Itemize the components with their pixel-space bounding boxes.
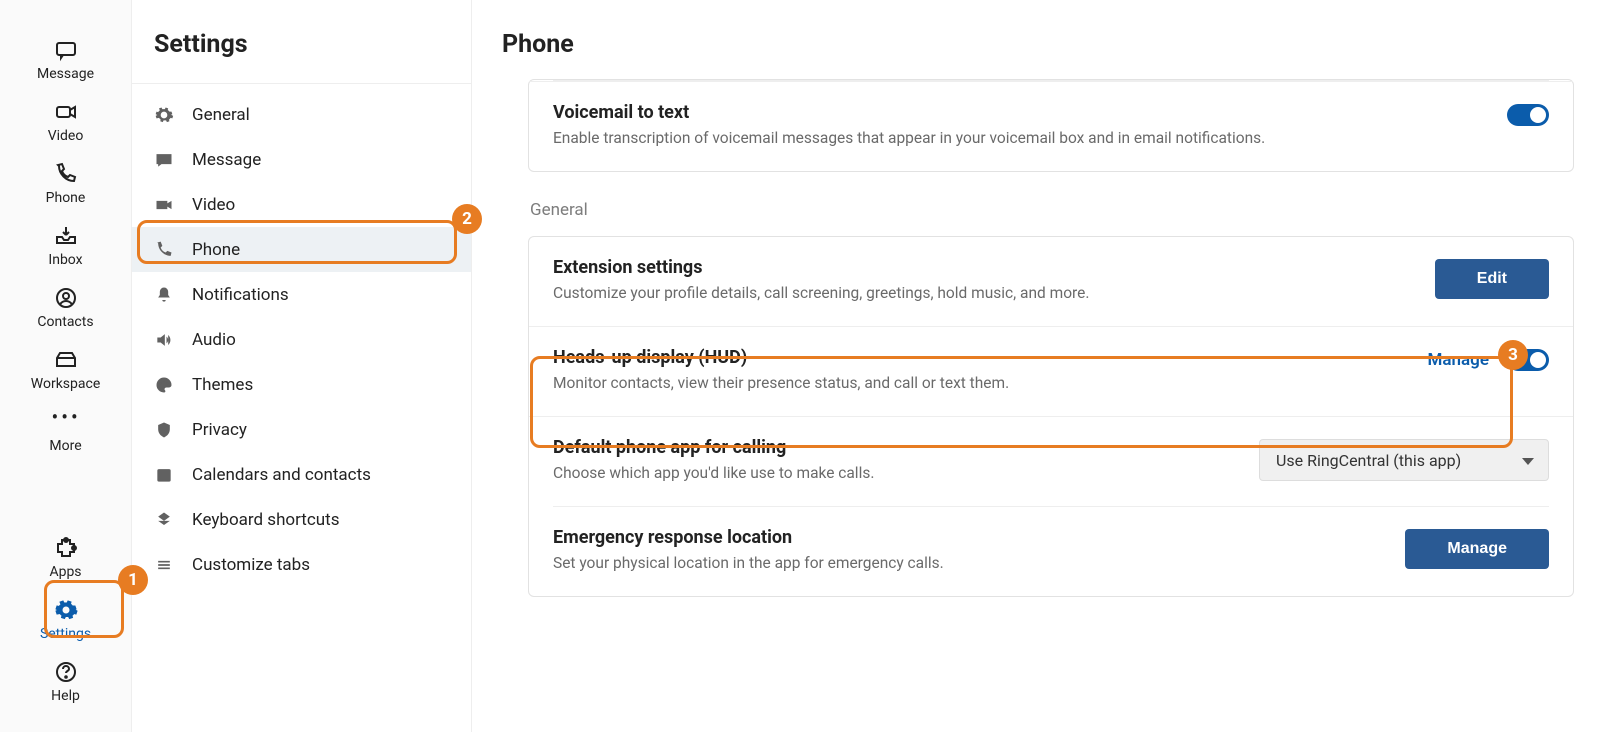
audio-icon xyxy=(154,330,174,350)
card-general: Extension settings Customize your profil… xyxy=(528,236,1574,597)
setting-desc: Choose which app you'd like use to make … xyxy=(553,464,874,482)
sidebar-item-label: Message xyxy=(192,150,261,170)
sidebar-item-calendars[interactable]: Calendars and contacts xyxy=(132,452,471,497)
page-title: Phone xyxy=(502,30,1570,59)
setting-desc: Customize your profile details, call scr… xyxy=(553,284,1089,302)
sidebar-item-label: Themes xyxy=(192,375,253,395)
sidebar-item-label: Keyboard shortcuts xyxy=(192,510,339,530)
rail-label: Inbox xyxy=(48,252,82,268)
palette-icon xyxy=(154,375,174,395)
sidebar-item-label: General xyxy=(192,105,250,125)
setting-title: Emergency response location xyxy=(553,527,944,548)
sidebar-item-label: Calendars and contacts xyxy=(192,465,371,485)
setting-title: Heads-up display (HUD) xyxy=(553,347,1009,368)
sidebar-item-notifications[interactable]: Notifications xyxy=(132,272,471,317)
message-icon xyxy=(154,150,174,170)
bell-icon xyxy=(154,285,174,305)
hud-row: Heads-up display (HUD) Monitor contacts,… xyxy=(529,326,1573,416)
main-panel: Phone Voicemail to text Enable transcrip… xyxy=(472,0,1600,732)
message-icon xyxy=(52,38,80,62)
select-value: Use RingCentral (this app) xyxy=(1276,451,1461,470)
sidebar-item-themes[interactable]: Themes xyxy=(132,362,471,407)
hud-toggle[interactable] xyxy=(1507,349,1549,371)
video-icon xyxy=(52,100,80,124)
sidebar-item-label: Customize tabs xyxy=(192,555,310,575)
contacts-icon xyxy=(52,286,80,310)
setting-desc: Monitor contacts, view their presence st… xyxy=(553,374,1009,392)
sidebar-item-label: Privacy xyxy=(192,420,247,440)
sidebar-item-customize-tabs[interactable]: Customize tabs xyxy=(132,542,471,587)
rail-label: More xyxy=(49,438,81,454)
calendar-icon xyxy=(154,465,174,485)
sidebar-title: Settings xyxy=(154,30,449,59)
phone-icon xyxy=(154,240,174,260)
help-icon xyxy=(52,660,80,684)
inbox-icon xyxy=(52,224,80,248)
rail-item-more[interactable]: ••• More xyxy=(20,410,112,454)
rail-label: Contacts xyxy=(37,314,93,330)
setting-title: Extension settings xyxy=(553,257,1089,278)
rail-item-video[interactable]: Video xyxy=(20,100,112,144)
keyboard-icon xyxy=(154,510,174,530)
rail-item-apps[interactable]: Apps xyxy=(20,536,112,580)
rail-label: Settings xyxy=(40,626,91,642)
rail-label: Help xyxy=(51,688,80,704)
gear-icon xyxy=(154,105,174,125)
voicemail-toggle[interactable] xyxy=(1507,104,1549,126)
sidebar-item-keyboard[interactable]: Keyboard shortcuts xyxy=(132,497,471,542)
settings-sidebar: Settings General Message Video Phone Not… xyxy=(132,0,472,732)
edit-button[interactable]: Edit xyxy=(1435,259,1549,299)
setting-desc: Enable transcription of voicemail messag… xyxy=(553,129,1265,147)
sidebar-item-video[interactable]: Video xyxy=(132,182,471,227)
sidebar-item-privacy[interactable]: Privacy xyxy=(132,407,471,452)
default-app-select[interactable]: Use RingCentral (this app) xyxy=(1259,439,1549,481)
rail-item-settings[interactable]: Settings xyxy=(20,598,112,642)
setting-desc: Set your physical location in the app fo… xyxy=(553,554,944,572)
rail-label: Video xyxy=(48,128,84,144)
rail-item-phone[interactable]: Phone xyxy=(20,162,112,206)
video-icon xyxy=(154,195,174,215)
rail-item-message[interactable]: Message xyxy=(20,38,112,82)
rail-label: Phone xyxy=(46,190,86,206)
sidebar-item-label: Audio xyxy=(192,330,236,350)
puzzle-icon xyxy=(52,536,80,560)
workspace-icon xyxy=(52,348,80,372)
sidebar-item-label: Notifications xyxy=(192,285,289,305)
sidebar-item-label: Video xyxy=(192,195,235,215)
section-label-general: General xyxy=(530,200,1574,220)
rail-item-workspace[interactable]: Workspace xyxy=(20,348,112,392)
rail-item-help[interactable]: Help xyxy=(20,660,112,704)
sidebar-item-message[interactable]: Message xyxy=(132,137,471,182)
setting-title: Voicemail to text xyxy=(553,102,1265,123)
rail-label: Message xyxy=(37,66,94,82)
shield-icon xyxy=(154,420,174,440)
lines-icon xyxy=(154,555,174,575)
setting-title: Default phone app for calling xyxy=(553,437,874,458)
rail-label: Apps xyxy=(49,564,81,580)
sidebar-item-general[interactable]: General xyxy=(132,92,471,137)
rail-item-contacts[interactable]: Contacts xyxy=(20,286,112,330)
more-icon: ••• xyxy=(52,410,80,434)
phone-icon xyxy=(52,162,80,186)
rail-label: Workspace xyxy=(31,376,101,392)
manage-link[interactable]: Manage xyxy=(1428,350,1489,370)
sidebar-item-audio[interactable]: Audio xyxy=(132,317,471,362)
sidebar-item-label: Phone xyxy=(192,240,240,260)
sidebar-item-phone[interactable]: Phone xyxy=(132,227,471,272)
gear-icon xyxy=(52,598,80,622)
nav-rail: Message Video Phone Inbox Contacts Works… xyxy=(0,0,132,732)
rail-item-inbox[interactable]: Inbox xyxy=(20,224,112,268)
card-voicemail-group: Voicemail to text Enable transcription o… xyxy=(528,79,1574,172)
manage-button[interactable]: Manage xyxy=(1405,529,1549,569)
